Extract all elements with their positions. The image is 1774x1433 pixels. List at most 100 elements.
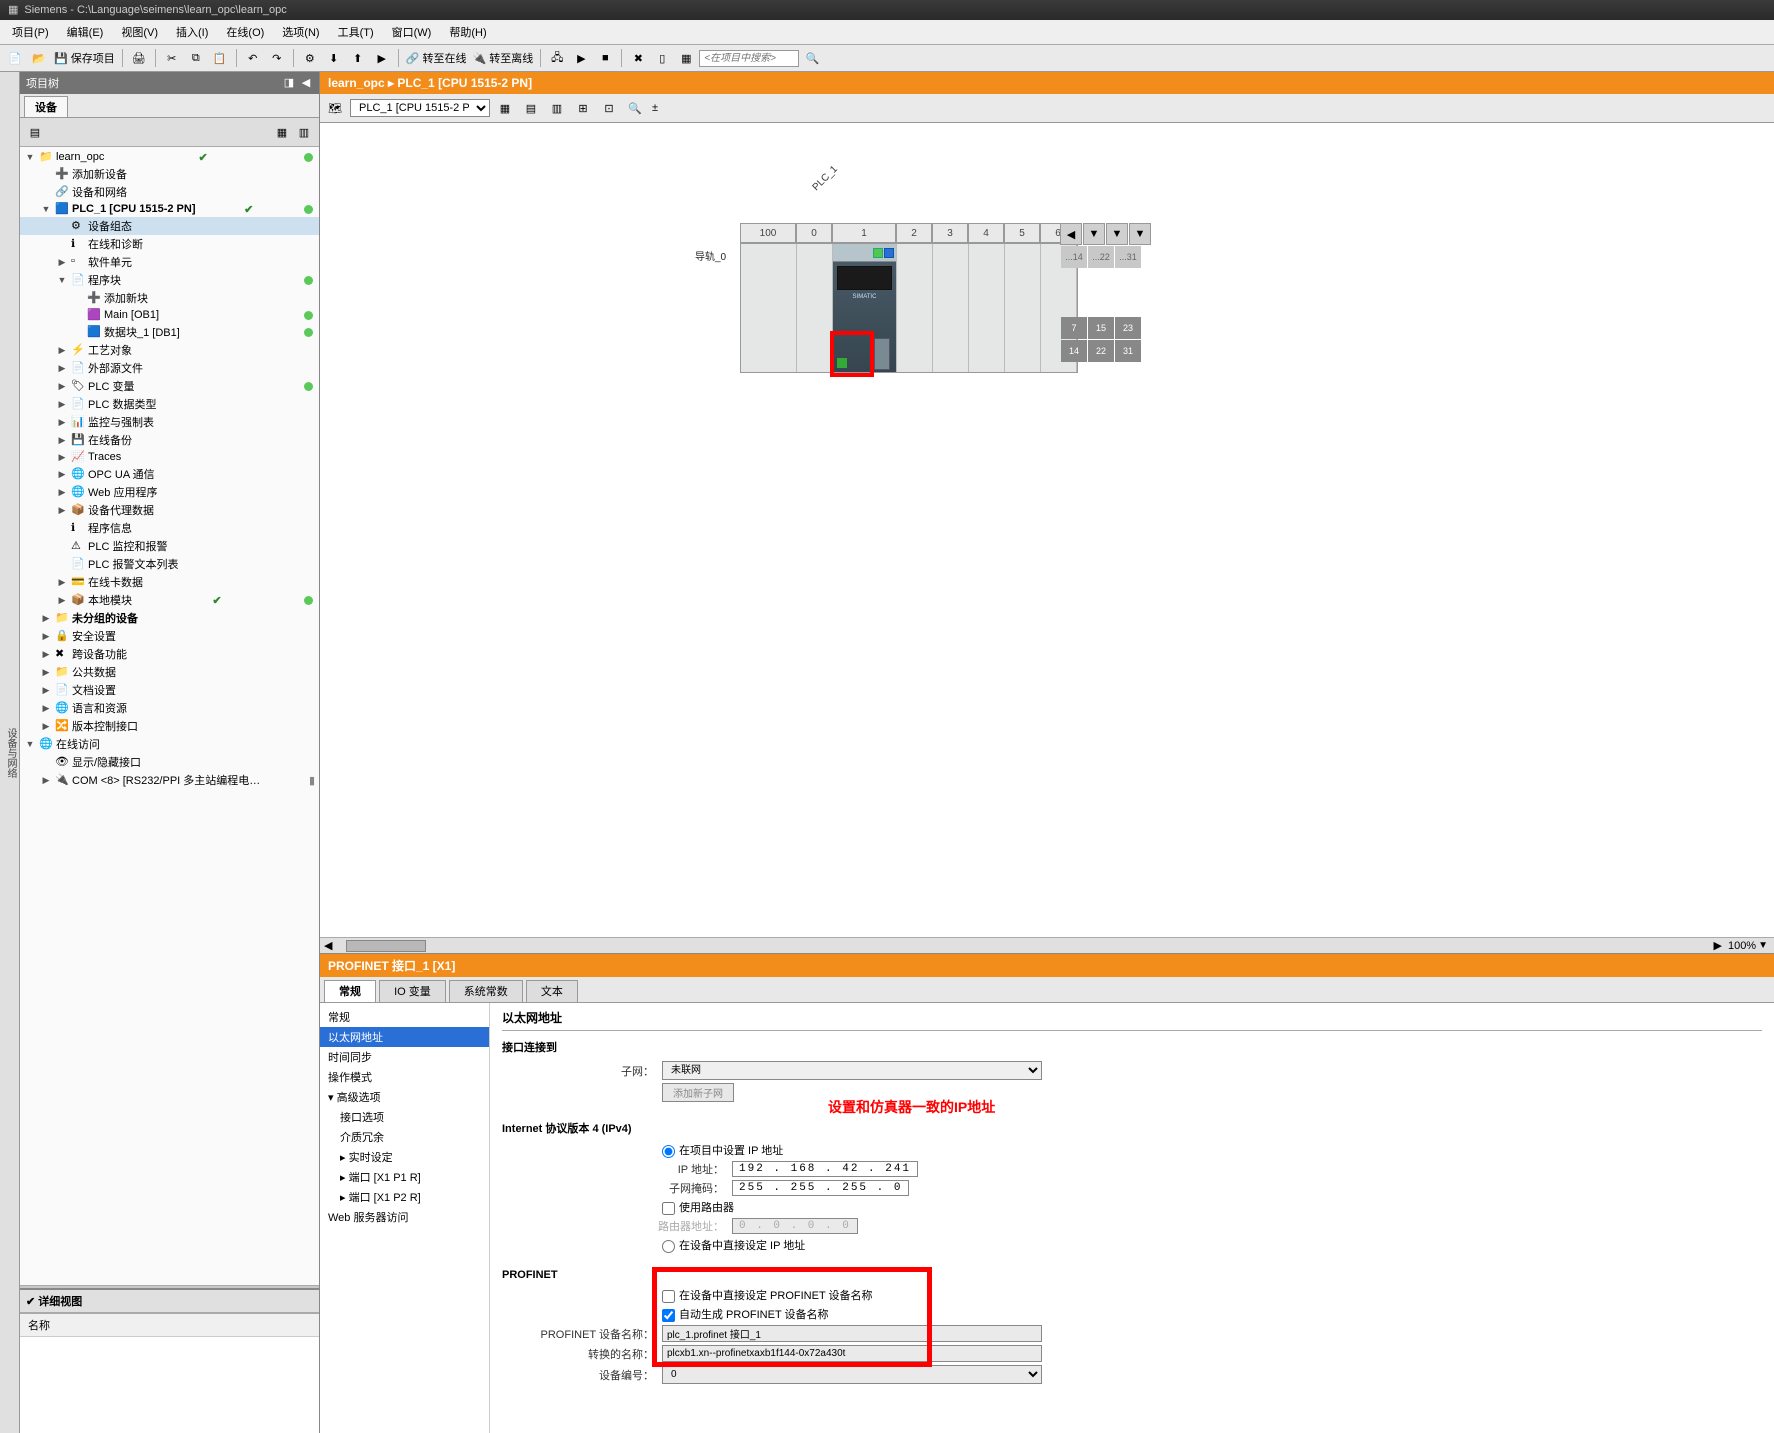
radio-set-in-project[interactable]: 在项目中设置 IP 地址 (662, 1142, 783, 1158)
nav-advanced[interactable]: ▾ 高级选项 (320, 1087, 489, 1107)
cross-ref-icon[interactable]: ✖ (627, 47, 649, 69)
tree-docset[interactable]: ▶📄文档设置 (20, 681, 319, 699)
save-project-button[interactable]: 💾 保存项目 (52, 50, 117, 66)
go-offline-button[interactable]: 🔌 转至离线 (471, 50, 536, 66)
tree-ext-src[interactable]: ▶📄外部源文件 (20, 359, 319, 377)
subnet-select[interactable]: 未联网 (662, 1061, 1042, 1080)
ext-dd2-icon[interactable]: ▼ (1106, 223, 1128, 245)
slot-5[interactable] (1005, 244, 1041, 372)
pin-icon[interactable]: ◀ (299, 76, 313, 90)
dev-tool2-icon[interactable]: ▤ (520, 97, 542, 119)
paste-icon[interactable]: 📋 (209, 47, 231, 69)
tab-texts[interactable]: 文本 (526, 980, 578, 1002)
menu-options[interactable]: 选项(N) (274, 22, 327, 42)
nav-rt[interactable]: ▸ 实时设定 (320, 1147, 489, 1167)
undo-icon[interactable]: ↶ (242, 47, 264, 69)
tree-watch[interactable]: ▶📊监控与强制表 (20, 413, 319, 431)
tree-main-ob1[interactable]: 🟪Main [OB1] (20, 307, 319, 323)
collapse-icon[interactable]: ◨ (282, 76, 296, 90)
go-online-button[interactable]: 🔗 转至在线 (404, 50, 469, 66)
tree-localmod[interactable]: ▶📦本地模块✔ (20, 591, 319, 609)
tree-devices-networks[interactable]: 🔗设备和网络 (20, 183, 319, 201)
tree-prog-blocks[interactable]: ▼📄程序块 (20, 271, 319, 289)
check-pn-auto[interactable]: 自动生成 PROFINET 设备名称 (662, 1306, 829, 1322)
tree-hideif[interactable]: 👁显示/隐藏接口 (20, 753, 319, 771)
nav-media[interactable]: 介质冗余 (320, 1127, 489, 1147)
tree-root[interactable]: ▼📁learn_opc✔ (20, 149, 319, 165)
tree-view2-icon[interactable]: ▥ (293, 121, 315, 143)
device-number-select[interactable]: 0 (662, 1365, 1042, 1384)
cut-icon[interactable]: ✂ (161, 47, 183, 69)
tree-view1-icon[interactable]: ▦ (271, 121, 293, 143)
hscrollbar[interactable]: ◀ ▶100% ▼ (320, 937, 1774, 953)
tree-online-access[interactable]: ▼🌐在线访问 (20, 735, 319, 753)
ext-dd1-icon[interactable]: ▼ (1083, 223, 1105, 245)
tab-sysconst[interactable]: 系统常数 (449, 980, 523, 1002)
menu-project[interactable]: 项目(P) (4, 22, 57, 42)
nav-webaccess[interactable]: Web 服务器访问 (320, 1207, 489, 1227)
subnet-mask-input[interactable]: 255 . 255 . 255 . 0 (732, 1180, 909, 1196)
tab-devices[interactable]: 设备 (24, 96, 68, 117)
tree-tags[interactable]: ▶🏷PLC 变量 (20, 377, 319, 395)
search-next-icon[interactable]: 🔍 (801, 47, 823, 69)
tree-common[interactable]: ▶📁公共数据 (20, 663, 319, 681)
ext-dd3-icon[interactable]: ▼ (1129, 223, 1151, 245)
nav-timesync[interactable]: 时间同步 (320, 1047, 489, 1067)
tree-onlinecard[interactable]: ▶💳在线卡数据 (20, 573, 319, 591)
stop-cpu-icon[interactable]: ■ (594, 47, 616, 69)
tree-lang[interactable]: ▶🌐语言和资源 (20, 699, 319, 717)
rack[interactable]: 100 0 1 2 3 4 5 6 (740, 223, 1078, 373)
nav-ifopt[interactable]: 接口选项 (320, 1107, 489, 1127)
ip-address-input[interactable]: 192 . 168 . 42 . 241 (732, 1161, 918, 1177)
project-search-input[interactable] (699, 50, 799, 67)
menu-help[interactable]: 帮助(H) (441, 22, 494, 42)
tree-plc[interactable]: ▼🟦PLC_1 [CPU 1515-2 PN]✔ (20, 201, 319, 217)
device-view-canvas[interactable]: PLC_1 导轨_0 100 0 1 2 3 4 5 6 (320, 123, 1774, 937)
layout-icon[interactable]: ▦ (675, 47, 697, 69)
tree-traces[interactable]: ▶📈Traces (20, 449, 319, 465)
slot-2[interactable] (897, 244, 933, 372)
profinet-port-icon[interactable] (874, 338, 890, 370)
slot-0[interactable] (797, 244, 833, 372)
nav-port2[interactable]: ▸ 端口 [X1 P2 R] (320, 1187, 489, 1207)
slot-100[interactable] (741, 244, 797, 372)
zoom-tool-icon[interactable]: 🔍 (624, 97, 646, 119)
tree-proxy[interactable]: ▶📦设备代理数据 (20, 501, 319, 519)
tree-alarm[interactable]: ⚠PLC 监控和报警 (20, 537, 319, 555)
open-project-icon[interactable]: 📂 (28, 47, 50, 69)
tree-add-device[interactable]: ➕添加新设备 (20, 165, 319, 183)
slot-3[interactable] (933, 244, 969, 372)
menu-tools[interactable]: 工具(T) (330, 22, 382, 42)
accessible-devices-icon[interactable]: 🖧 (546, 47, 568, 69)
tree-sw-unit[interactable]: ▶▫软件单元 (20, 253, 319, 271)
dev-tool3-icon[interactable]: ▥ (546, 97, 568, 119)
new-project-icon[interactable]: 📄 (4, 47, 26, 69)
tree-ungrouped[interactable]: ▶📁未分组的设备 (20, 609, 319, 627)
tree-filter-icon[interactable]: ▤ (24, 121, 46, 143)
zoom-value[interactable]: 100% (1728, 940, 1756, 952)
menu-insert[interactable]: 插入(I) (168, 22, 216, 42)
tab-general[interactable]: 常规 (324, 980, 376, 1002)
check-pn-ondev[interactable]: 在设备中直接设定 PROFINET 设备名称 (662, 1287, 873, 1303)
slot-4[interactable] (969, 244, 1005, 372)
tree-add-block[interactable]: ➕添加新块 (20, 289, 319, 307)
start-sim-icon[interactable]: ▶ (371, 47, 393, 69)
add-subnet-button[interactable]: 添加新子网 (662, 1083, 734, 1102)
tree-backup[interactable]: ▶💾在线备份 (20, 431, 319, 449)
device-selector[interactable]: PLC_1 [CPU 1515-2 PN] (350, 99, 490, 117)
tree-online-diag[interactable]: ℹ在线和诊断 (20, 235, 319, 253)
redo-icon[interactable]: ↷ (266, 47, 288, 69)
dev-tool1-icon[interactable]: ▦ (494, 97, 516, 119)
tree-com[interactable]: ▶🔌COM <8> [RS232/PPI 多主站编程电…▮ (20, 771, 319, 789)
split-icon[interactable]: ▯ (651, 47, 673, 69)
topology-icon[interactable]: 🗺 (324, 97, 346, 119)
nav-general[interactable]: 常规 (320, 1007, 489, 1027)
tree-crossdev[interactable]: ▶✖跨设备功能 (20, 645, 319, 663)
nav-ethernet[interactable]: 以太网地址 (320, 1027, 489, 1047)
copy-icon[interactable]: ⧉ (185, 47, 207, 69)
tree-security[interactable]: ▶🔒安全设置 (20, 627, 319, 645)
menu-window[interactable]: 窗口(W) (384, 22, 440, 42)
nav-opmode[interactable]: 操作模式 (320, 1067, 489, 1087)
tree-ver[interactable]: ▶🔀版本控制接口 (20, 717, 319, 735)
tab-iovars[interactable]: IO 变量 (379, 980, 446, 1002)
